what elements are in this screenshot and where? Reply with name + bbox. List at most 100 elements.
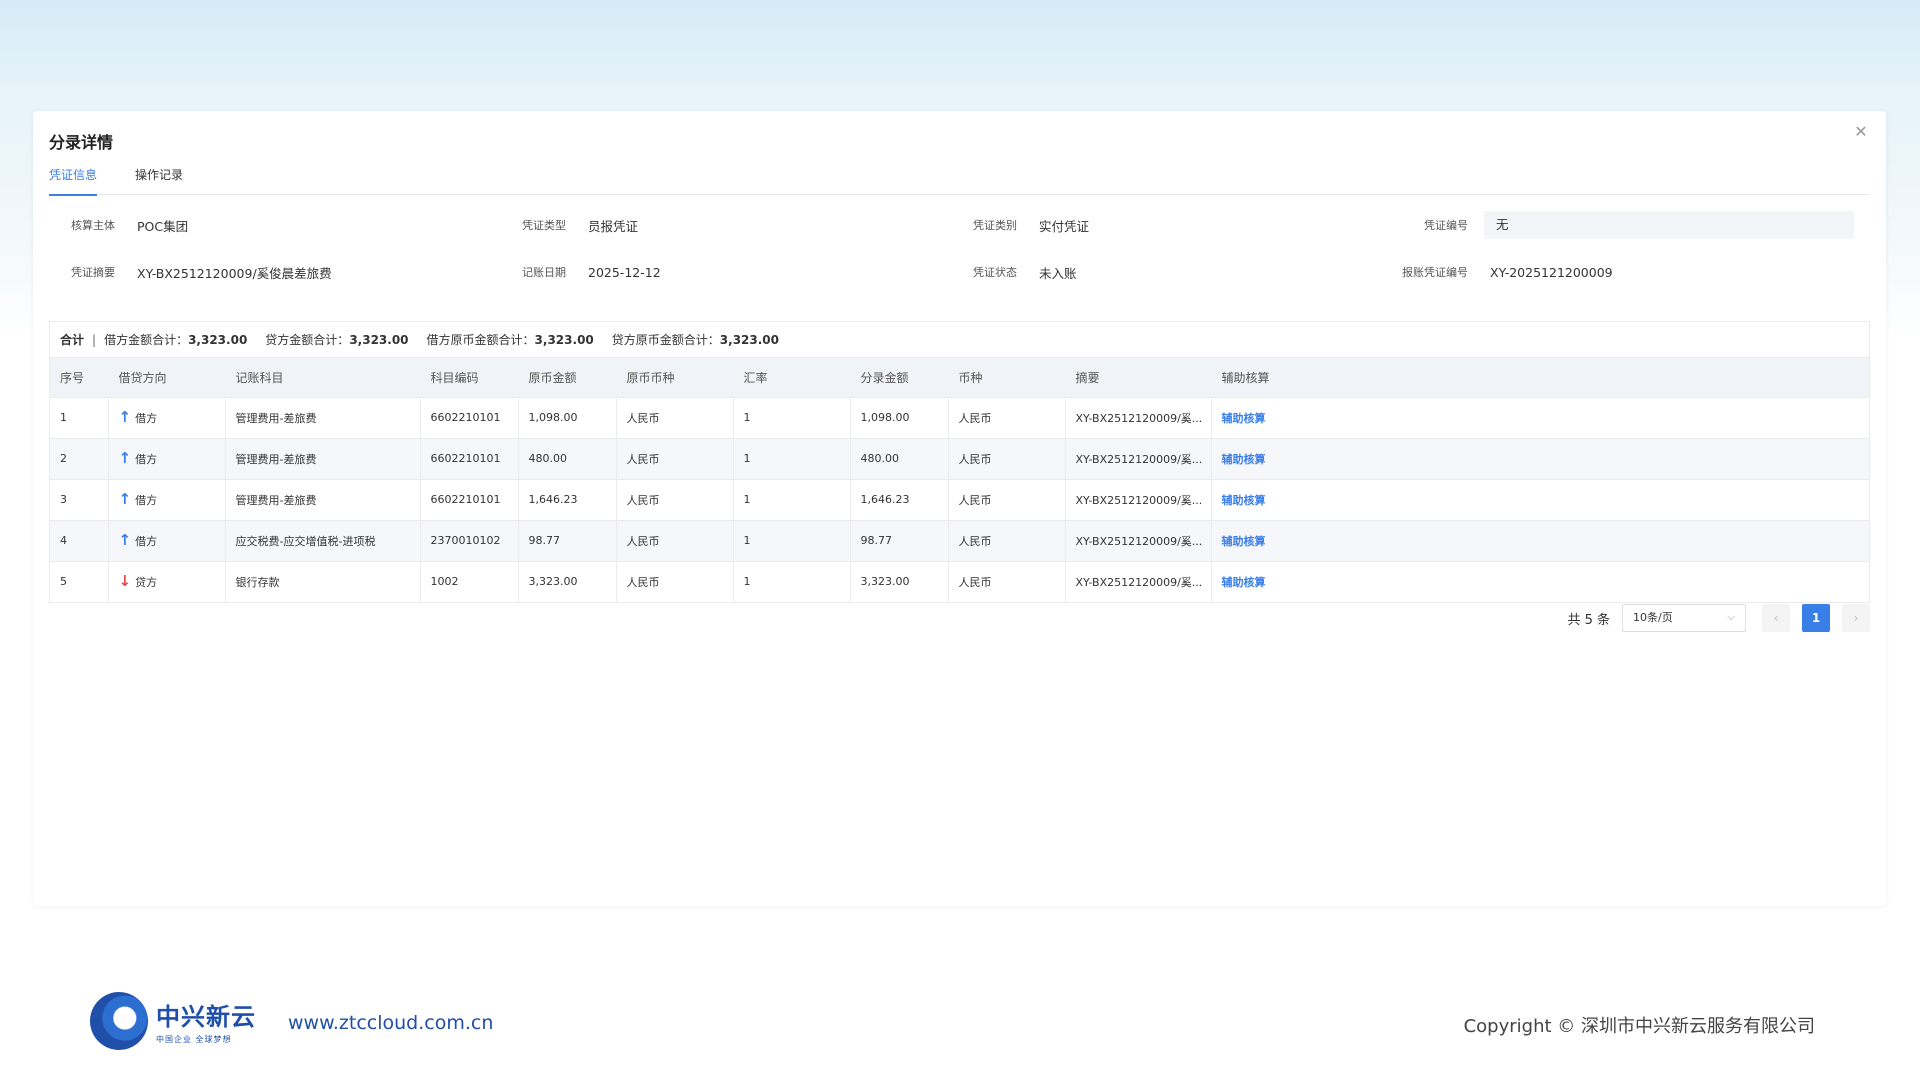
summary-item-value: 3,323.00 xyxy=(719,333,779,347)
summary-item-value: 3,323.00 xyxy=(188,333,248,347)
aux-accounting-link[interactable]: 辅助核算 xyxy=(1222,453,1266,466)
field-label: 凭证类型 xyxy=(522,219,566,232)
table-row: 4 ↑ 借方 应交税费-应交增值税-进项税 2370010102 98.77 人民币 1 98.… xyxy=(50,520,1869,561)
aux-accounting-link[interactable]: 辅助核算 xyxy=(1222,576,1266,589)
field-label: 报账凭证编号 xyxy=(1402,266,1468,279)
aux-accounting-link[interactable]: 辅助核算 xyxy=(1222,412,1266,425)
cell-currency: 人民币 xyxy=(948,397,1066,438)
summary-bar: 合计 | 借方金额合计：3,323.00 贷方金额合计：3,323.00 借方原币金额合… xyxy=(50,322,1869,358)
info-field-accounting-entity: 核算主体 POC集团 xyxy=(49,211,500,239)
direction-indicator: ↑ 借方 xyxy=(119,492,158,508)
field-value: POC集团 xyxy=(137,218,189,234)
arrow-up-icon: ↑ xyxy=(118,408,132,426)
cell-account-code: 1002 xyxy=(420,561,519,602)
cell-aux: 辅助核算 xyxy=(1211,438,1869,479)
cell-summary: XY-BX2512120009/奚... xyxy=(1065,561,1212,602)
column-header: 科目编码 xyxy=(420,358,519,397)
cell-orig-amount: 1,098.00 xyxy=(518,397,617,438)
cell-account: 管理费用-差旅费 xyxy=(225,479,421,520)
info-field-posting-date: 记账日期 2025-12-12 xyxy=(500,258,951,286)
copyright-text: Copyright © 深圳市中兴新云服务有限公司 xyxy=(1463,1016,1815,1037)
voucher-number-field: 无 xyxy=(1484,211,1854,239)
chevron-down-icon: ⌵ xyxy=(1727,612,1735,623)
tab-voucher-info[interactable]: 凭证信息 xyxy=(49,164,98,196)
cell-orig-amount: 3,323.00 xyxy=(518,561,617,602)
arrow-up-icon: ↑ xyxy=(118,531,132,549)
next-page-button[interactable]: › xyxy=(1842,604,1870,632)
direction-indicator: ↑ 借方 xyxy=(119,533,158,549)
info-field-voucher-type: 凭证类型 员报凭证 xyxy=(500,211,951,239)
column-header: 币种 xyxy=(948,358,1066,397)
direction-label: 借方 xyxy=(135,534,158,548)
brand-logo-text: 中兴新云 中国企业 全球梦想 xyxy=(156,997,256,1045)
field-value: 2025-12-12 xyxy=(588,264,661,280)
info-field-voucher-number: 凭证编号 无 xyxy=(1402,211,1870,239)
voucher-info-grid: 核算主体 POC集团 凭证类型 员报凭证 凭证类别 实付凭证 凭证编号 无 凭证… xyxy=(49,211,1870,305)
direction-indicator: ↑ 借方 xyxy=(119,451,158,467)
cell-summary: XY-BX2512120009/奚... xyxy=(1065,479,1212,520)
cell-currency: 人民币 xyxy=(948,479,1066,520)
column-header: 分录金额 xyxy=(850,358,949,397)
cell-orig-currency: 人民币 xyxy=(616,561,734,602)
aux-accounting-link[interactable]: 辅助核算 xyxy=(1222,535,1266,548)
arrow-up-icon: ↑ xyxy=(118,449,132,467)
cell-orig-amount: 98.77 xyxy=(518,520,617,561)
cell-amount: 1,646.23 xyxy=(850,479,949,520)
page-size-value: 10条/页 xyxy=(1633,611,1673,624)
cell-orig-amount: 480.00 xyxy=(518,438,617,479)
page-number-button[interactable]: 1 xyxy=(1802,604,1830,632)
cell-direction: ↓ 贷方 xyxy=(108,561,226,602)
cell-no: 5 xyxy=(50,561,109,602)
cell-rate: 1 xyxy=(733,520,851,561)
direction-label: 贷方 xyxy=(135,575,158,589)
brand-name: 中兴新云 xyxy=(156,1003,256,1031)
table-row: 2 ↑ 借方 管理费用-差旅费 6602210101 480.00 人民币 1 480.00 人民… xyxy=(50,438,1869,479)
cell-account-code: 6602210101 xyxy=(420,479,519,520)
info-field-voucher-category: 凭证类别 实付凭证 xyxy=(951,211,1402,239)
info-row: 凭证摘要 XY-BX2512120009/奚俊晨差旅费 记账日期 2025-12… xyxy=(49,258,1870,305)
cell-orig-currency: 人民币 xyxy=(616,520,734,561)
column-header: 辅助核算 xyxy=(1221,370,1270,385)
modal-title: 分录详情 xyxy=(49,133,114,152)
cell-account-code: 6602210101 xyxy=(420,397,519,438)
cell-orig-amount: 1,646.23 xyxy=(518,479,617,520)
column-header: 汇率 xyxy=(733,358,851,397)
prev-page-button[interactable]: ‹ xyxy=(1762,604,1790,632)
field-value: 未入账 xyxy=(1039,265,1077,281)
cell-currency: 人民币 xyxy=(948,520,1066,561)
cell-currency: 人民币 xyxy=(948,438,1066,479)
aux-accounting-link[interactable]: 辅助核算 xyxy=(1222,494,1266,507)
field-label: 凭证编号 xyxy=(1424,219,1468,232)
direction-label: 借方 xyxy=(135,493,158,507)
table-row: 3 ↑ 借方 管理费用-差旅费 6602210101 1,646.23 人民币 1 1,646.… xyxy=(50,479,1869,520)
field-label: 核算主体 xyxy=(71,219,115,232)
cell-orig-currency: 人民币 xyxy=(616,438,734,479)
page-size-select[interactable]: 10条/页 ⌵ xyxy=(1622,604,1746,632)
cell-no: 4 xyxy=(50,520,109,561)
field-label: 凭证类别 xyxy=(973,219,1017,232)
entry-table: 序号 借贷方向 记账科目 科目编码 原币金额 原币币种 汇率 分录金额 币种 摘… xyxy=(50,358,1869,602)
summary-item-label: 贷方原币金额合计： xyxy=(611,333,720,347)
tab-operation-log[interactable]: 操作记录 xyxy=(135,164,183,195)
summary-item-value: 3,323.00 xyxy=(534,333,594,347)
column-header: 序号 xyxy=(50,358,109,397)
field-value: 员报凭证 xyxy=(588,218,639,234)
cell-aux: 辅助核算 xyxy=(1211,561,1869,602)
summary-item-label: 借方原币金额合计： xyxy=(426,333,535,347)
direction-indicator: ↓ 贷方 xyxy=(119,574,158,590)
cell-amount: 480.00 xyxy=(850,438,949,479)
direction-label: 借方 xyxy=(135,411,158,425)
cell-account: 银行存款 xyxy=(225,561,421,602)
website-link[interactable]: www.ztccloud.com.cn xyxy=(288,1012,493,1034)
cell-aux: 辅助核算 xyxy=(1211,479,1869,520)
field-label: 凭证摘要 xyxy=(71,266,115,279)
column-header: 原币金额 xyxy=(518,358,617,397)
summary-item-label: 贷方金额合计： xyxy=(265,333,350,347)
cell-orig-currency: 人民币 xyxy=(616,397,734,438)
info-field-voucher-status: 凭证状态 未入账 xyxy=(951,258,1402,286)
cell-account: 管理费用-差旅费 xyxy=(225,438,421,479)
cell-orig-currency: 人民币 xyxy=(616,479,734,520)
summary-item-label: 借方金额合计： xyxy=(104,333,189,347)
close-icon[interactable]: ✕ xyxy=(1852,123,1870,141)
arrow-down-icon: ↓ xyxy=(118,572,132,591)
